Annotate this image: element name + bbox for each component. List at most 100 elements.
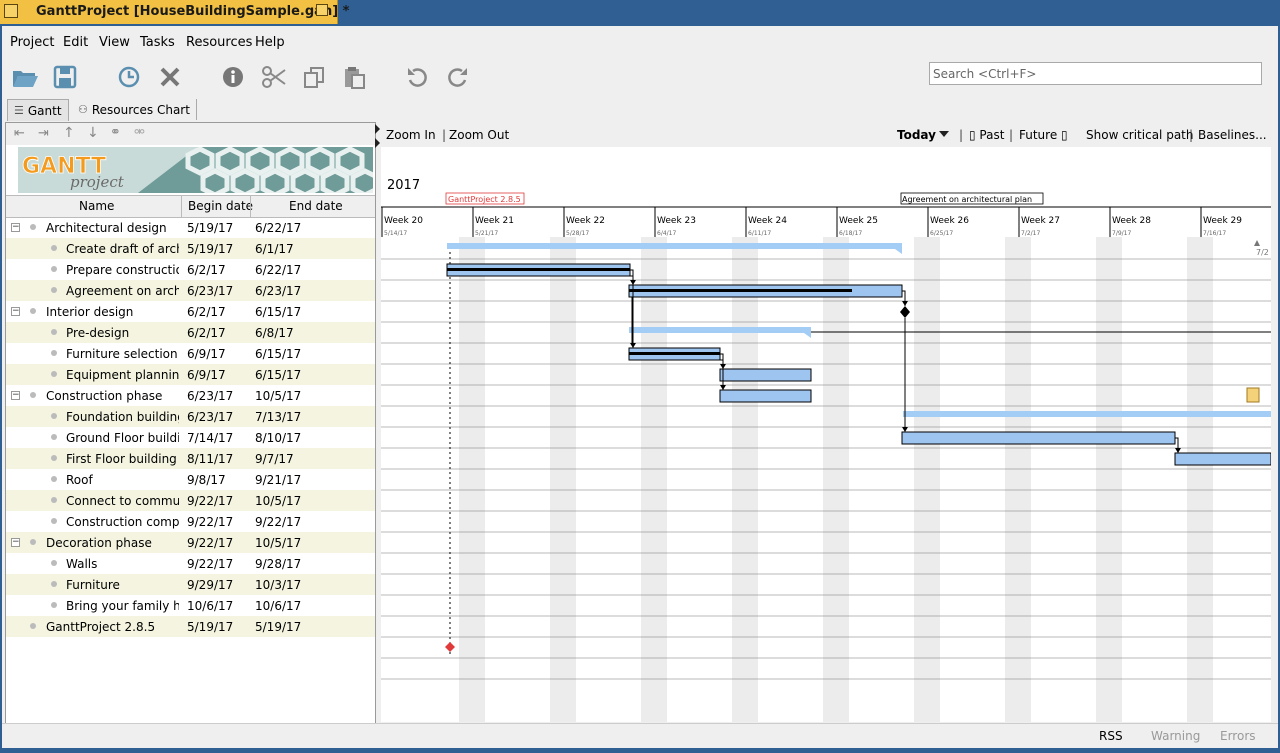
task-begin-date[interactable]: 6/9/17 xyxy=(187,368,226,382)
table-row[interactable]: − Interior design 6/2/17 6/15/17 xyxy=(6,301,375,322)
menu-resources[interactable]: Resources xyxy=(186,35,252,50)
task-end-date[interactable]: 6/1/17 xyxy=(255,242,294,256)
collapse-left-arrow-icon[interactable] xyxy=(375,124,380,134)
menu-edit[interactable]: Edit xyxy=(63,35,88,50)
task-begin-date[interactable]: 6/2/17 xyxy=(187,305,226,319)
task-begin-date[interactable]: 7/14/17 xyxy=(187,431,233,445)
task-name[interactable]: Construction compl... xyxy=(66,515,179,529)
task-name[interactable]: Pre-design xyxy=(66,326,179,340)
info-icon[interactable] xyxy=(218,62,248,92)
show-critical-path-button[interactable]: Show critical path xyxy=(1086,128,1193,142)
window-menu-icon[interactable] xyxy=(4,4,18,18)
task-end-date[interactable]: 6/22/17 xyxy=(255,221,301,235)
table-row[interactable]: Furniture 9/29/17 10/3/17 xyxy=(6,574,375,595)
task-begin-date[interactable]: 5/19/17 xyxy=(187,620,233,634)
column-name[interactable]: Name xyxy=(79,199,114,213)
task-name[interactable]: Furniture selection xyxy=(66,347,179,361)
collapse-right-arrow-icon[interactable] xyxy=(375,138,380,148)
collapse-toggle-icon[interactable]: − xyxy=(11,538,20,547)
past-button[interactable]: ▯ Past xyxy=(969,128,1004,142)
task-end-date[interactable]: 9/22/17 xyxy=(255,515,301,529)
table-row[interactable]: Walls 9/22/17 9/28/17 xyxy=(6,553,375,574)
table-row[interactable]: First Floor building 8/11/17 9/7/17 xyxy=(6,448,375,469)
warning-indicator[interactable]: Warning xyxy=(1151,729,1200,743)
unindent-icon[interactable]: ⇤ xyxy=(14,126,25,141)
task-begin-date[interactable]: 5/19/17 xyxy=(187,242,233,256)
column-begin-date[interactable]: Begin date xyxy=(188,199,253,213)
task-end-date[interactable]: 9/28/17 xyxy=(255,557,301,571)
table-row[interactable]: Ground Floor buildi... 7/14/17 8/10/17 xyxy=(6,427,375,448)
search-input[interactable]: Search <Ctrl+F> xyxy=(929,62,1262,85)
task-name[interactable]: Agreement on archi... xyxy=(66,284,179,298)
task-begin-date[interactable]: 9/22/17 xyxy=(187,494,233,508)
table-row[interactable]: − Decoration phase 9/22/17 10/5/17 xyxy=(6,532,375,553)
task-begin-date[interactable]: 6/2/17 xyxy=(187,326,226,340)
task-name[interactable]: Roof xyxy=(66,473,179,487)
today-button[interactable]: Today xyxy=(897,128,936,142)
task-name[interactable]: Bring your family h... xyxy=(66,599,179,613)
link-icon[interactable]: ⚭ xyxy=(110,125,121,140)
cut-icon[interactable] xyxy=(259,62,289,92)
table-row[interactable]: GanttProject 2.8.5 5/19/17 5/19/17 xyxy=(6,616,375,637)
future-button[interactable]: Future ▯ xyxy=(1019,128,1068,142)
collapse-toggle-icon[interactable]: − xyxy=(11,307,20,316)
redo-icon[interactable] xyxy=(443,62,473,92)
errors-indicator[interactable]: Errors xyxy=(1220,729,1256,743)
rss-button[interactable]: RSS xyxy=(1099,729,1123,743)
maximize-icon[interactable] xyxy=(316,4,328,16)
task-begin-date[interactable]: 6/23/17 xyxy=(187,389,233,403)
menu-tasks[interactable]: Tasks xyxy=(140,35,175,50)
task-name[interactable]: Prepare constructio... xyxy=(66,263,179,277)
task-name[interactable]: GanttProject 2.8.5 xyxy=(46,620,179,634)
task-end-date[interactable]: 6/15/17 xyxy=(255,305,301,319)
task-end-date[interactable]: 9/21/17 xyxy=(255,473,301,487)
task-end-date[interactable]: 6/15/17 xyxy=(255,347,301,361)
task-name[interactable]: Architectural design xyxy=(46,221,179,235)
task-begin-date[interactable]: 9/29/17 xyxy=(187,578,233,592)
task-end-date[interactable]: 6/22/17 xyxy=(255,263,301,277)
task-end-date[interactable]: 6/8/17 xyxy=(255,326,294,340)
table-row[interactable]: Pre-design 6/2/17 6/8/17 xyxy=(6,322,375,343)
task-begin-date[interactable]: 9/8/17 xyxy=(187,473,226,487)
task-end-date[interactable]: 10/5/17 xyxy=(255,494,301,508)
task-name[interactable]: Ground Floor buildi... xyxy=(66,431,179,445)
zoom-in-button[interactable]: Zoom In xyxy=(386,128,436,142)
collapse-toggle-icon[interactable]: − xyxy=(11,223,20,232)
task-begin-date[interactable]: 6/2/17 xyxy=(187,263,226,277)
zoom-out-button[interactable]: Zoom Out xyxy=(449,128,509,142)
task-end-date[interactable]: 9/7/17 xyxy=(255,452,294,466)
unlink-icon[interactable]: ⚮ xyxy=(134,125,145,140)
task-name[interactable]: First Floor building xyxy=(66,452,179,466)
move-down-icon[interactable]: ↓ xyxy=(87,125,99,141)
collapse-toggle-icon[interactable]: − xyxy=(11,391,20,400)
task-begin-date[interactable]: 6/9/17 xyxy=(187,347,226,361)
undo-icon[interactable] xyxy=(402,62,432,92)
tab-gantt[interactable]: ☰ Gantt xyxy=(7,99,69,121)
gantt-canvas[interactable]: 2017 Week 20 5/14/17 Week 21 5/21/17 Week 22 5… xyxy=(381,147,1271,722)
task-name[interactable]: Walls xyxy=(66,557,179,571)
delete-icon[interactable] xyxy=(155,62,185,92)
task-end-date[interactable]: 8/10/17 xyxy=(255,431,301,445)
task-name[interactable]: Furniture xyxy=(66,578,179,592)
table-row[interactable]: Foundation building 6/23/17 7/13/17 xyxy=(6,406,375,427)
table-row[interactable]: Connect to commu... 9/22/17 10/5/17 xyxy=(6,490,375,511)
table-row[interactable]: Roof 9/8/17 9/21/17 xyxy=(6,469,375,490)
task-name[interactable]: Foundation building xyxy=(66,410,179,424)
table-row[interactable]: Construction compl... 9/22/17 9/22/17 xyxy=(6,511,375,532)
table-row[interactable]: Furniture selection 6/9/17 6/15/17 xyxy=(6,343,375,364)
task-end-date[interactable]: 7/13/17 xyxy=(255,410,301,424)
task-begin-date[interactable]: 6/23/17 xyxy=(187,410,233,424)
paste-icon[interactable] xyxy=(339,62,369,92)
task-end-date[interactable]: 10/6/17 xyxy=(255,599,301,613)
table-row[interactable]: Equipment planning 6/9/17 6/15/17 xyxy=(6,364,375,385)
task-end-date[interactable]: 10/5/17 xyxy=(255,389,301,403)
task-begin-date[interactable]: 10/6/17 xyxy=(187,599,233,613)
task-end-date[interactable]: 6/23/17 xyxy=(255,284,301,298)
table-row[interactable]: − Architectural design 5/19/17 6/22/17 xyxy=(6,217,375,238)
task-end-date[interactable]: 10/3/17 xyxy=(255,578,301,592)
table-row[interactable]: − Construction phase 6/23/17 10/5/17 xyxy=(6,385,375,406)
indent-icon[interactable]: ⇥ xyxy=(38,126,49,141)
task-begin-date[interactable]: 9/22/17 xyxy=(187,557,233,571)
baselines-button[interactable]: Baselines... xyxy=(1198,128,1267,142)
task-begin-date[interactable]: 9/22/17 xyxy=(187,515,233,529)
